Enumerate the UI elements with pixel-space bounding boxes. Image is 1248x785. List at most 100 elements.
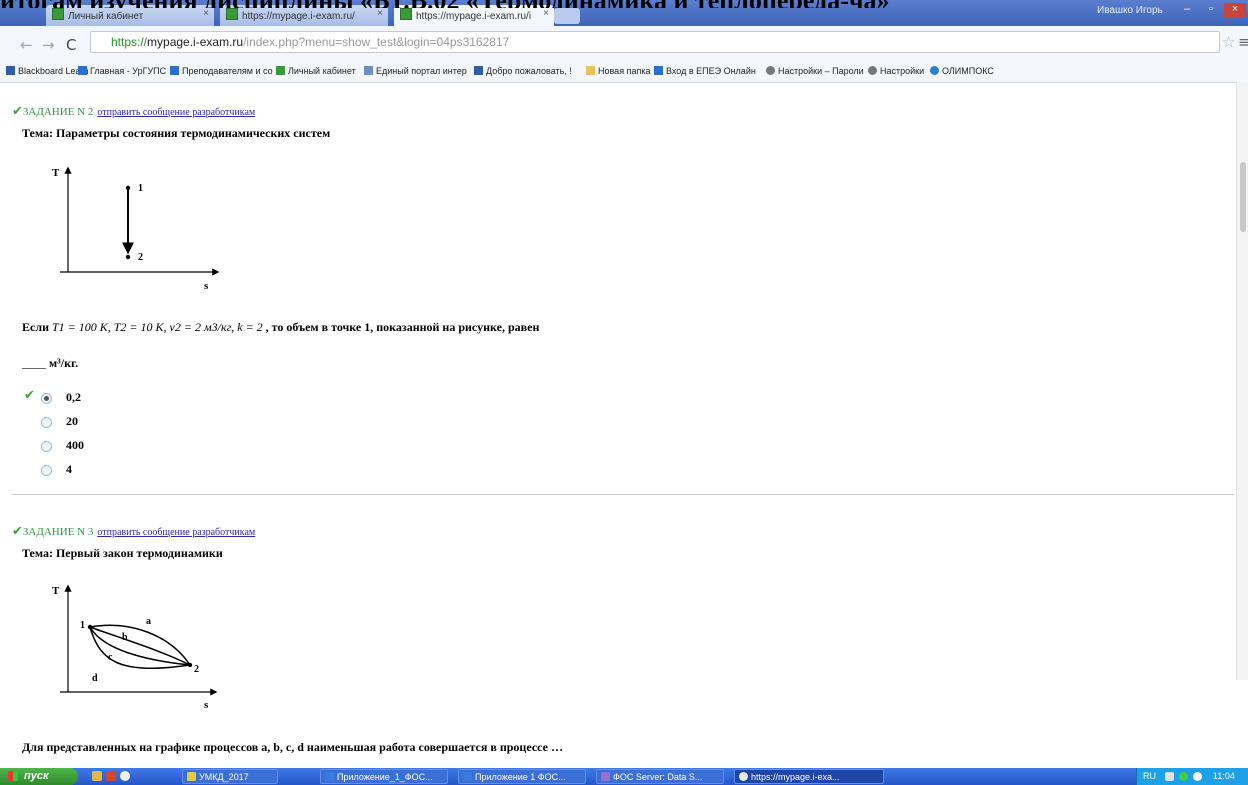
quicklaunch-chrome-icon[interactable] <box>120 771 130 781</box>
curve-d-label: d <box>92 673 98 684</box>
tab-close-icon[interactable]: × <box>203 8 209 19</box>
start-button[interactable]: пуск <box>0 768 78 785</box>
taskbar-item-active[interactable]: https://mypage.i-exa... <box>734 769 884 784</box>
bookmark-icon <box>170 66 179 75</box>
app-icon <box>601 772 610 781</box>
bookmark-item[interactable]: Главная - УрГУПС <box>78 66 166 76</box>
bookmark-item[interactable]: Личный кабинет <box>276 66 356 76</box>
task-3-header: ✔ЗАДАНИЕ N 3 отправить сообщение разработ… <box>12 524 255 539</box>
task-divider <box>12 494 1234 495</box>
point-2 <box>187 662 193 668</box>
chrome-menu-icon[interactable]: ≡ <box>1238 33 1248 51</box>
task-2-header: ✔ЗАДАНИЕ N 2 отправить сообщение разработ… <box>12 104 255 119</box>
bookmark-item[interactable]: ОЛИМПОКС <box>930 66 994 76</box>
bookmarks-bar: Blackboard Learn Главная - УрГУПС Препод… <box>0 62 1248 83</box>
curve-b <box>89 626 191 666</box>
vertical-scrollbar[interactable] <box>1236 82 1248 680</box>
gear-icon <box>766 66 775 75</box>
tab-title: https://mypage.i-exam.ru/ <box>242 11 355 22</box>
curve-a-label: a <box>146 616 151 627</box>
globe-icon <box>930 66 939 75</box>
bookmark-item[interactable]: Единый портал интер <box>364 66 467 76</box>
system-tray: RU 11:04 <box>1136 768 1248 785</box>
quicklaunch-explorer-icon[interactable] <box>92 771 102 781</box>
radio-button[interactable] <box>41 441 52 452</box>
tab-iexam-1[interactable]: https://mypage.i-exam.ru/ × <box>220 5 388 26</box>
chrome-icon <box>739 772 748 781</box>
question-suffix: , то объем в точке 1, показанной на рису… <box>265 320 540 334</box>
language-indicator[interactable]: RU <box>1143 771 1156 781</box>
site-favicon-icon <box>400 8 412 20</box>
task-2-topic: Тема: Параметры состояния термодинамичес… <box>22 126 331 140</box>
point-1-label: 1 <box>80 620 85 631</box>
taskbar-item[interactable]: Приложение_1_ФОС... <box>320 769 448 784</box>
point-2-label: 2 <box>138 252 143 263</box>
bookmark-item[interactable]: Преподавателям и со <box>170 66 273 76</box>
clock[interactable]: 11:04 <box>1213 771 1235 781</box>
document-heading: итогам изучения дисциплины «Б1.В.02 «Тер… <box>0 0 1248 8</box>
x-axis-label: s <box>204 280 209 290</box>
task-3-question: Для представленных на графике процессов … <box>22 740 563 754</box>
radio-button-selected[interactable] <box>41 393 52 404</box>
curve-c-label: c <box>108 652 113 663</box>
tab-iexam-active[interactable]: https://mypage.i-exam.ru/i × <box>394 5 554 26</box>
curve-b-label: b <box>122 632 128 643</box>
network-icon[interactable] <box>1165 772 1174 781</box>
quicklaunch-opera-icon[interactable] <box>106 771 116 781</box>
point-2-label: 2 <box>194 664 199 675</box>
report-developers-link[interactable]: отправить сообщение разработчикам <box>97 527 255 538</box>
site-favicon-icon <box>52 8 64 20</box>
question-prefix: Если <box>22 320 49 334</box>
bookmark-icon <box>6 66 15 75</box>
report-developers-link[interactable]: отправить сообщение разработчикам <box>97 107 255 118</box>
site-favicon-icon <box>226 8 238 20</box>
back-arrow-icon[interactable]: ← <box>20 36 33 54</box>
task-2-unit-line: ____ м³/кг. <box>22 356 78 371</box>
tab-close-icon[interactable]: × <box>377 8 383 19</box>
bookmark-icon <box>276 66 285 75</box>
tab-title: Личный кабинет <box>68 11 144 22</box>
radio-button[interactable] <box>41 465 52 476</box>
task-2-question: Если T1 = 100 K, T2 = 10 K, v2 = 2 м3/кг… <box>22 320 539 335</box>
new-tab-button[interactable] <box>554 8 580 24</box>
bookmark-item[interactable]: Настройки <box>868 66 924 76</box>
bookmark-item[interactable]: Настройки – Пароли <box>766 66 864 76</box>
url-host: mypage.i-exam.ru <box>147 35 244 49</box>
folder-icon <box>586 66 595 75</box>
point-2 <box>125 254 131 260</box>
tab-title: https://mypage.i-exam.ru/i <box>416 11 532 22</box>
word-doc-icon <box>325 772 334 781</box>
folder-icon <box>187 772 196 781</box>
taskbar-item[interactable]: УМКД_2017 <box>182 769 278 784</box>
word-doc-icon <box>463 772 472 781</box>
task-2-ts-diagram: T s 1 2 <box>52 166 220 290</box>
bookmark-item[interactable]: Вход в ЕПЕЭ Онлайн <box>654 66 756 76</box>
task-number: ЗАДАНИЕ N 3 <box>22 526 94 538</box>
bookmark-folder[interactable]: Новая папка <box>586 66 650 76</box>
url-path: /index.php?menu=show_test&login=04ps3162… <box>243 35 510 49</box>
scrollbar-thumb[interactable] <box>1240 162 1246 232</box>
checkmark-icon: ✔ <box>12 524 23 539</box>
checkmark-icon: ✔ <box>12 104 23 119</box>
question-formula: T1 = 100 K, T2 = 10 K, v2 = 2 м3/кг, k =… <box>51 320 263 334</box>
bookmark-item[interactable]: Blackboard Learn <box>6 66 89 76</box>
volume-icon[interactable] <box>1193 772 1202 781</box>
point-1 <box>125 185 131 191</box>
reload-icon[interactable]: C <box>66 36 76 54</box>
x-axis-label: s <box>204 699 209 711</box>
tab-personal-cabinet[interactable]: Личный кабинет × <box>46 5 214 26</box>
bookmark-star-icon[interactable]: ☆ <box>1222 33 1235 51</box>
taskbar-item[interactable]: Приложение 1 ФОС... <box>458 769 586 784</box>
y-axis-label: T <box>52 585 60 597</box>
tab-close-icon[interactable]: × <box>543 8 549 19</box>
forward-arrow-icon[interactable]: → <box>42 36 55 54</box>
bookmark-item[interactable]: Добро пожаловать, ! <box>474 66 572 76</box>
windows-taskbar: пуск УМКД_2017 Приложение_1_ФОС... Прило… <box>0 768 1248 785</box>
antivirus-icon[interactable] <box>1179 772 1188 781</box>
radio-button[interactable] <box>41 417 52 428</box>
task-number: ЗАДАНИЕ N 2 <box>22 106 94 118</box>
windows-flag-icon <box>8 771 18 781</box>
taskbar-item[interactable]: ФОС Server: Data S... <box>596 769 724 784</box>
correct-check-icon: ✔ <box>24 388 35 403</box>
address-bar[interactable]: https://mypage.i-exam.ru/index.php?menu=… <box>90 31 1220 53</box>
